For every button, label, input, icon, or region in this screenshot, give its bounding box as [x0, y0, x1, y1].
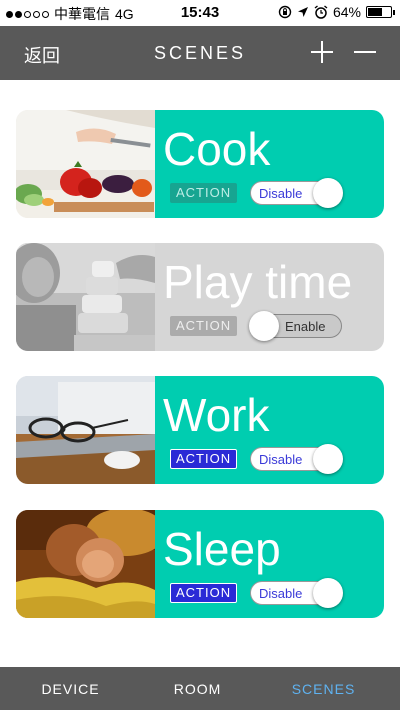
cook-scene-photo: [16, 110, 155, 218]
toggle-knob: [313, 444, 343, 474]
toggle-label: Disable: [259, 586, 303, 601]
scene-card-body: Sleep ACTION Disable: [155, 510, 384, 618]
enable-toggle[interactable]: Disable: [250, 578, 343, 608]
add-scene-button[interactable]: [310, 40, 334, 64]
scene-card-body: Cook ACTION Disable: [155, 110, 384, 218]
page-title: SCENES: [153, 43, 247, 63]
status-right: 64%: [278, 4, 395, 20]
scene-card-sleep[interactable]: Sleep ACTION Disable: [16, 510, 384, 618]
sleep-scene-photo: [16, 510, 155, 618]
action-button[interactable]: ACTION: [170, 449, 238, 469]
play-time-scene-photo: [16, 243, 155, 351]
tab-scenes[interactable]: SCENES: [257, 681, 390, 697]
enable-toggle[interactable]: Disable: [250, 444, 343, 474]
scene-card-body: Play time ACTION Enable: [155, 243, 384, 351]
toggle-knob: [313, 178, 343, 208]
action-button[interactable]: ACTION: [170, 316, 238, 336]
location-arrow-icon: [297, 7, 308, 17]
battery-icon: [366, 6, 395, 18]
scene-name: Sleep: [163, 523, 281, 575]
toggle-label: Enable: [285, 319, 326, 334]
action-button[interactable]: ACTION: [170, 183, 238, 203]
scene-card-cook[interactable]: Cook ACTION Disable: [16, 110, 384, 218]
enable-toggle[interactable]: Disable: [250, 178, 343, 208]
toggle-knob: [249, 311, 279, 341]
action-button[interactable]: ACTION: [170, 583, 238, 603]
toggle-label: Disable: [259, 452, 303, 467]
scene-name: Cook: [163, 123, 271, 175]
scene-name: Work: [163, 389, 270, 441]
toggle-label: Disable: [259, 186, 303, 201]
remove-scene-button[interactable]: [353, 40, 377, 64]
toggle-knob: [313, 578, 343, 608]
alarm-icon: [314, 5, 328, 19]
status-bar: 中華電信 4G 15:43 64%: [0, 0, 400, 26]
scene-card-work[interactable]: Work ACTION Disable: [16, 376, 384, 484]
scene-card-play-time[interactable]: Play time ACTION Enable: [16, 243, 384, 351]
scene-name: Play time: [163, 256, 353, 308]
rotation-lock-icon: [278, 5, 292, 19]
scene-card-body: Work ACTION Disable: [155, 376, 384, 484]
nav-bar: 返回 SCENES: [0, 26, 400, 80]
tab-bar: DEVICE ROOM SCENES: [0, 667, 400, 710]
enable-toggle[interactable]: Enable: [249, 311, 342, 341]
battery-fill: [368, 8, 383, 16]
work-scene-photo: [16, 376, 155, 484]
battery-percent: 64%: [332, 4, 361, 20]
tab-device[interactable]: DEVICE: [4, 681, 137, 697]
tab-room[interactable]: ROOM: [131, 681, 264, 697]
